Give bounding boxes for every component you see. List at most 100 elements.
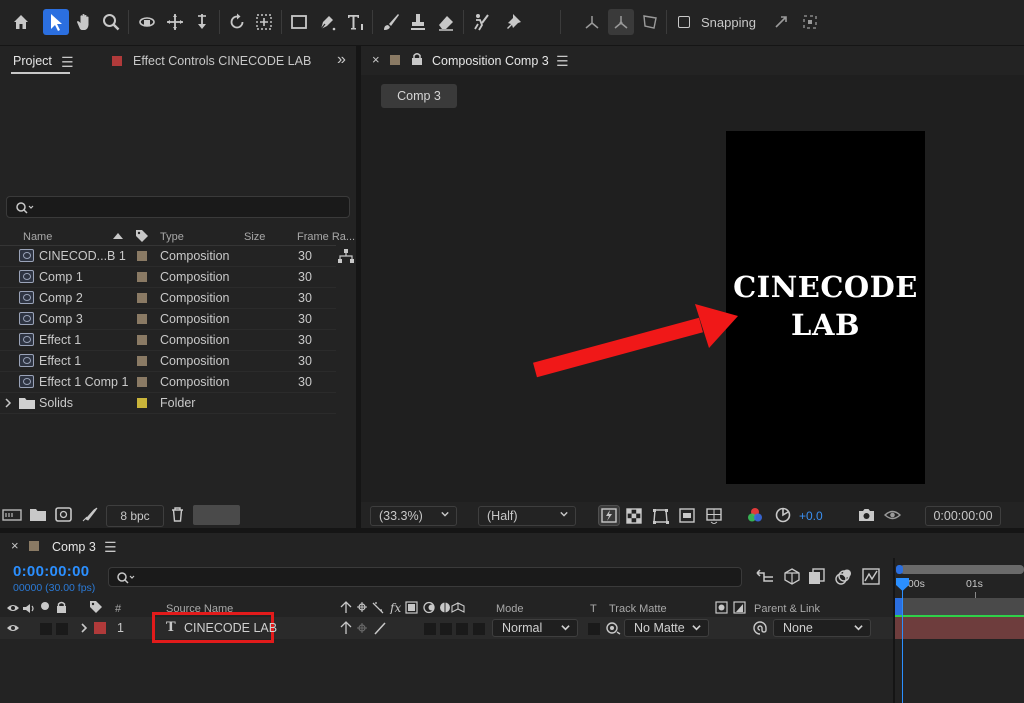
composition-tab[interactable]: Composition Comp 3	[432, 54, 549, 68]
switch-box[interactable]	[423, 622, 437, 636]
interpret-footage-icon[interactable]	[2, 508, 22, 522]
panel-menu-icon[interactable]: ☰	[104, 539, 117, 556]
column-t[interactable]: T	[590, 603, 597, 615]
puppet-pin-icon[interactable]	[502, 9, 528, 35]
project-item-row[interactable]: Effect 1 Comp 1 Composition 30	[0, 372, 336, 393]
close-tab-icon[interactable]: ×	[11, 538, 19, 553]
playhead-line[interactable]	[902, 580, 903, 703]
layer-label-color[interactable]	[94, 622, 106, 634]
label-color-swatch[interactable]	[137, 398, 147, 408]
project-item-row[interactable]: Effect 1 Composition 30	[0, 330, 336, 351]
preserve-transparency-switch[interactable]	[587, 622, 601, 636]
project-search-input[interactable]	[6, 196, 350, 218]
mask-path-visibility-icon[interactable]	[652, 508, 669, 524]
frame-blending-icon[interactable]	[808, 568, 825, 585]
column-parent-link[interactable]: Parent & Link	[754, 603, 820, 615]
switch-box[interactable]	[439, 622, 453, 636]
column-track-matte[interactable]: Track Matte	[609, 603, 667, 615]
label-color-swatch[interactable]	[137, 314, 147, 324]
switch-box[interactable]	[455, 622, 469, 636]
transparency-grid-icon[interactable]	[626, 508, 642, 524]
rotate-tool-icon[interactable]	[224, 9, 250, 35]
timeline-search-input[interactable]	[108, 567, 742, 587]
label-color-swatch[interactable]	[137, 335, 147, 345]
snapshot-camera-icon[interactable]	[858, 508, 875, 522]
work-area-start[interactable]	[895, 598, 902, 615]
layer-expand-chevron-icon[interactable]	[80, 623, 88, 633]
video-visibility-icon[interactable]	[6, 623, 20, 633]
project-folder-row[interactable]: Solids Folder	[0, 393, 336, 414]
graph-editor-icon[interactable]	[862, 568, 880, 585]
parent-link-dropdown[interactable]: None	[773, 619, 871, 637]
expand-icon[interactable]	[768, 9, 794, 35]
zoom-tool-icon[interactable]	[98, 9, 124, 35]
show-snapshot-icon[interactable]	[884, 507, 901, 523]
clone-stamp-icon[interactable]	[405, 9, 431, 35]
type-tool-icon[interactable]	[342, 9, 368, 35]
column-frame-rate[interactable]: Frame Ra...	[297, 231, 355, 243]
pan-camera-icon[interactable]	[162, 9, 188, 35]
track-matte-dropdown[interactable]: No Matte	[624, 619, 709, 637]
bit-depth-button[interactable]: 8 bpc	[106, 505, 164, 527]
lock-switch[interactable]	[55, 622, 69, 636]
world-axis-icon[interactable]	[608, 9, 634, 35]
magnification-dropdown[interactable]: (33.3%)	[370, 506, 457, 526]
solo-switch[interactable]	[39, 622, 53, 636]
home-icon[interactable]	[8, 9, 34, 35]
selection-tool-icon[interactable]	[43, 9, 69, 35]
flowchart-icon[interactable]	[338, 249, 354, 263]
orbit-camera-icon[interactable]	[134, 9, 160, 35]
guides-options-icon[interactable]	[705, 507, 723, 524]
column-type[interactable]: Type	[160, 231, 184, 243]
close-tab-icon[interactable]: ×	[372, 52, 380, 67]
roto-brush-icon[interactable]	[468, 9, 494, 35]
navigator-start-handle[interactable]	[896, 565, 903, 574]
project-item-row[interactable]: Comp 1 Composition 30	[0, 267, 336, 288]
snap-options-icon[interactable]	[797, 9, 823, 35]
time-navigator-bar[interactable]	[900, 565, 1024, 574]
current-time-display[interactable]: 0:00:00:00	[925, 506, 1001, 526]
local-axis-icon[interactable]	[579, 9, 605, 35]
project-item-row[interactable]: CINECOD...B 1 Composition 30	[0, 246, 336, 267]
layer-duration-bar[interactable]	[895, 617, 1024, 639]
panel-overflow-icon[interactable]: »	[337, 51, 346, 69]
panel-menu-icon[interactable]: ☰	[61, 54, 74, 71]
color-channels-icon[interactable]	[747, 507, 763, 523]
reset-exposure-icon[interactable]	[775, 507, 791, 523]
eraser-tool-icon[interactable]	[433, 9, 459, 35]
matte-pickwhip-icon[interactable]	[606, 621, 622, 635]
effect-controls-tab[interactable]: Effect Controls CINECODE LAB	[133, 54, 311, 68]
anchor-point-icon[interactable]	[251, 9, 277, 35]
sort-ascending-icon[interactable]	[112, 232, 124, 240]
lock-icon[interactable]	[411, 52, 423, 65]
project-tab[interactable]: Project	[13, 54, 52, 68]
draft-3d-icon[interactable]	[784, 568, 800, 585]
pen-tool-icon[interactable]	[314, 9, 340, 35]
new-folder-icon[interactable]	[30, 508, 46, 521]
blend-mode-dropdown[interactable]: Normal	[492, 619, 578, 637]
project-item-row[interactable]: Effect 1 Composition 30	[0, 351, 336, 372]
comp-flow-tab[interactable]: Comp 3	[381, 84, 457, 108]
canvas-title-text[interactable]: CINECODE LAB	[726, 268, 925, 344]
layer-switches[interactable]	[340, 621, 388, 635]
label-color-swatch[interactable]	[137, 377, 147, 387]
project-item-row[interactable]: Comp 2 Composition 30	[0, 288, 336, 309]
view-axis-icon[interactable]	[637, 9, 663, 35]
label-color-swatch[interactable]	[137, 251, 147, 261]
resolution-dropdown[interactable]: (Half)	[478, 506, 576, 526]
column-name[interactable]: Name	[23, 231, 52, 243]
hand-tool-icon[interactable]	[71, 9, 97, 35]
motion-blur-icon[interactable]	[835, 568, 852, 585]
label-color-swatch[interactable]	[137, 293, 147, 303]
panel-menu-icon[interactable]: ☰	[556, 53, 569, 70]
region-of-interest-icon[interactable]	[679, 508, 695, 523]
work-area-bar[interactable]	[895, 598, 1024, 615]
label-color-swatch[interactable]	[137, 356, 147, 366]
column-number[interactable]: #	[115, 603, 121, 615]
comp-mini-flowchart-icon[interactable]	[756, 569, 774, 585]
expand-chevron-icon[interactable]	[4, 398, 12, 408]
timeline-current-time[interactable]: 0:00:00:00	[13, 563, 89, 580]
column-mode[interactable]: Mode	[496, 603, 524, 615]
project-item-row[interactable]: Comp 3 Composition 30	[0, 309, 336, 330]
column-size[interactable]: Size	[244, 231, 265, 243]
